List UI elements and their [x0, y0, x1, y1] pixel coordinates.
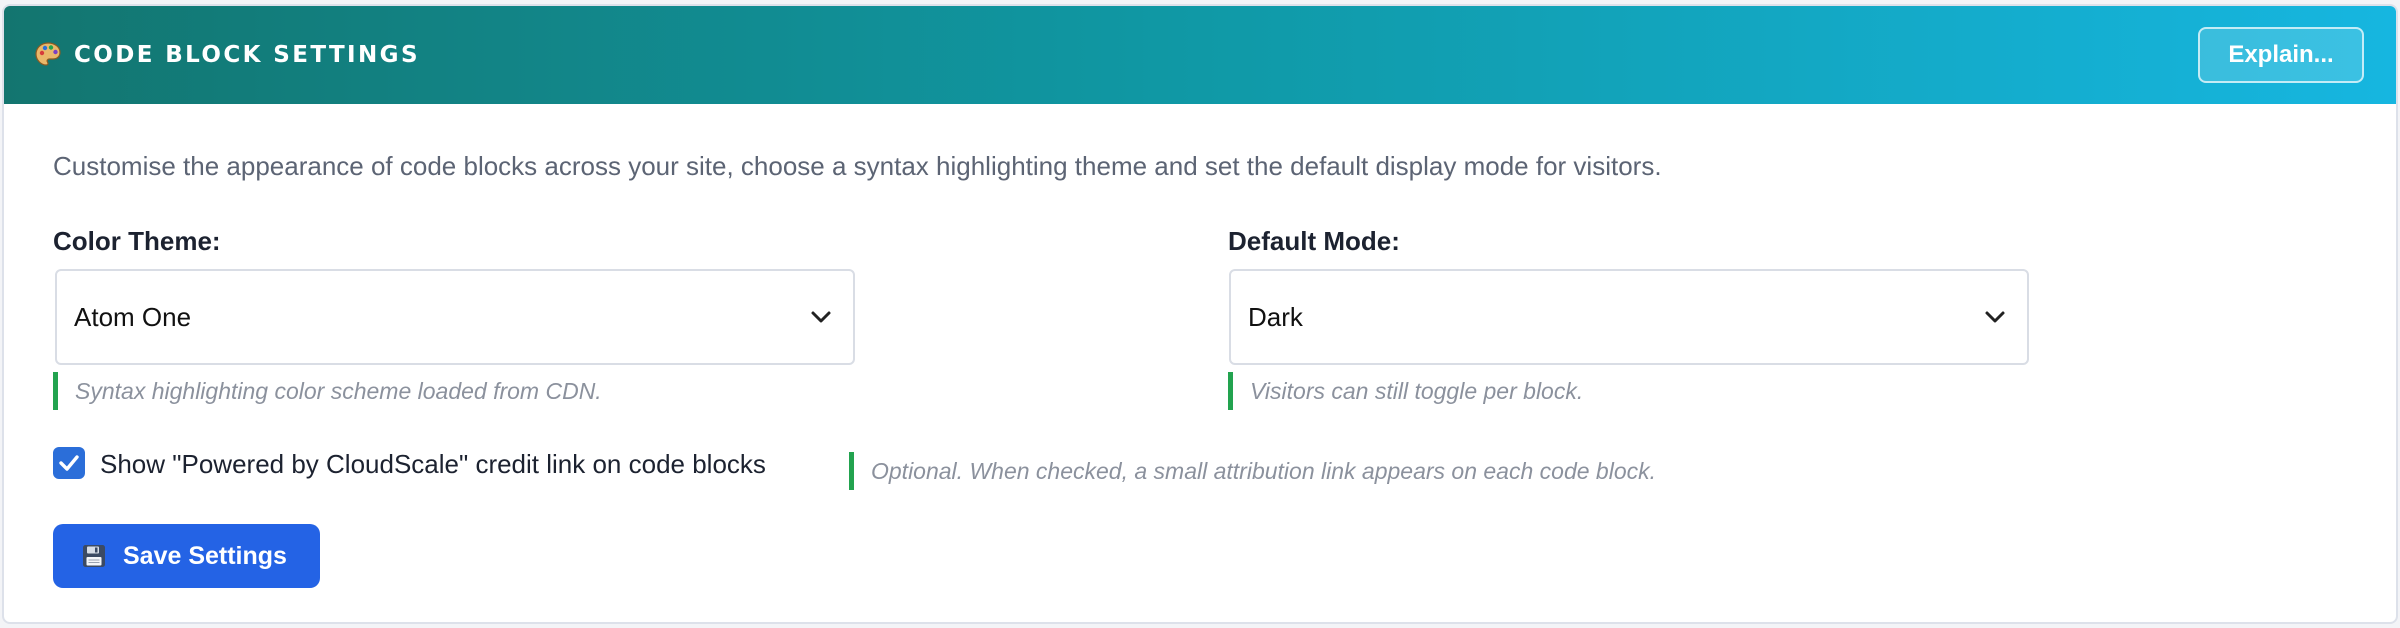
- checkmark-icon: [59, 455, 79, 471]
- chevron-down-icon: [811, 311, 831, 323]
- color-theme-hint: Syntax highlighting color scheme loaded …: [53, 372, 602, 410]
- explain-button[interactable]: Explain...: [2198, 27, 2364, 83]
- save-settings-label: Save Settings: [123, 542, 287, 570]
- panel-header: CODE BLOCK SETTINGS Explain...: [4, 6, 2396, 104]
- floppy-disk-icon: [83, 545, 105, 567]
- credit-link-checkbox[interactable]: [53, 447, 85, 479]
- default-mode-selected-value: Dark: [1248, 302, 1303, 332]
- default-mode-select[interactable]: Dark: [1229, 269, 2029, 365]
- panel-title: CODE BLOCK SETTINGS: [74, 42, 420, 68]
- color-theme-selected-value: Atom One: [74, 302, 192, 332]
- default-mode-hint: Visitors can still toggle per block.: [1228, 372, 1583, 410]
- default-mode-label: Default Mode:: [1228, 226, 1400, 256]
- palette-icon: [35, 42, 61, 66]
- credit-link-label[interactable]: Show "Powered by CloudScale" credit link…: [100, 447, 766, 481]
- color-theme-label: Color Theme:: [53, 226, 221, 256]
- code-block-settings-panel: CODE BLOCK SETTINGS Explain... Customise…: [2, 4, 2398, 624]
- color-theme-select[interactable]: Atom One: [55, 269, 855, 365]
- chevron-down-icon: [1985, 311, 2005, 323]
- panel-description: Customise the appearance of code blocks …: [53, 151, 1662, 181]
- credit-link-hint: Optional. When checked, a small attribut…: [849, 452, 1656, 490]
- save-settings-button[interactable]: Save Settings: [53, 524, 320, 588]
